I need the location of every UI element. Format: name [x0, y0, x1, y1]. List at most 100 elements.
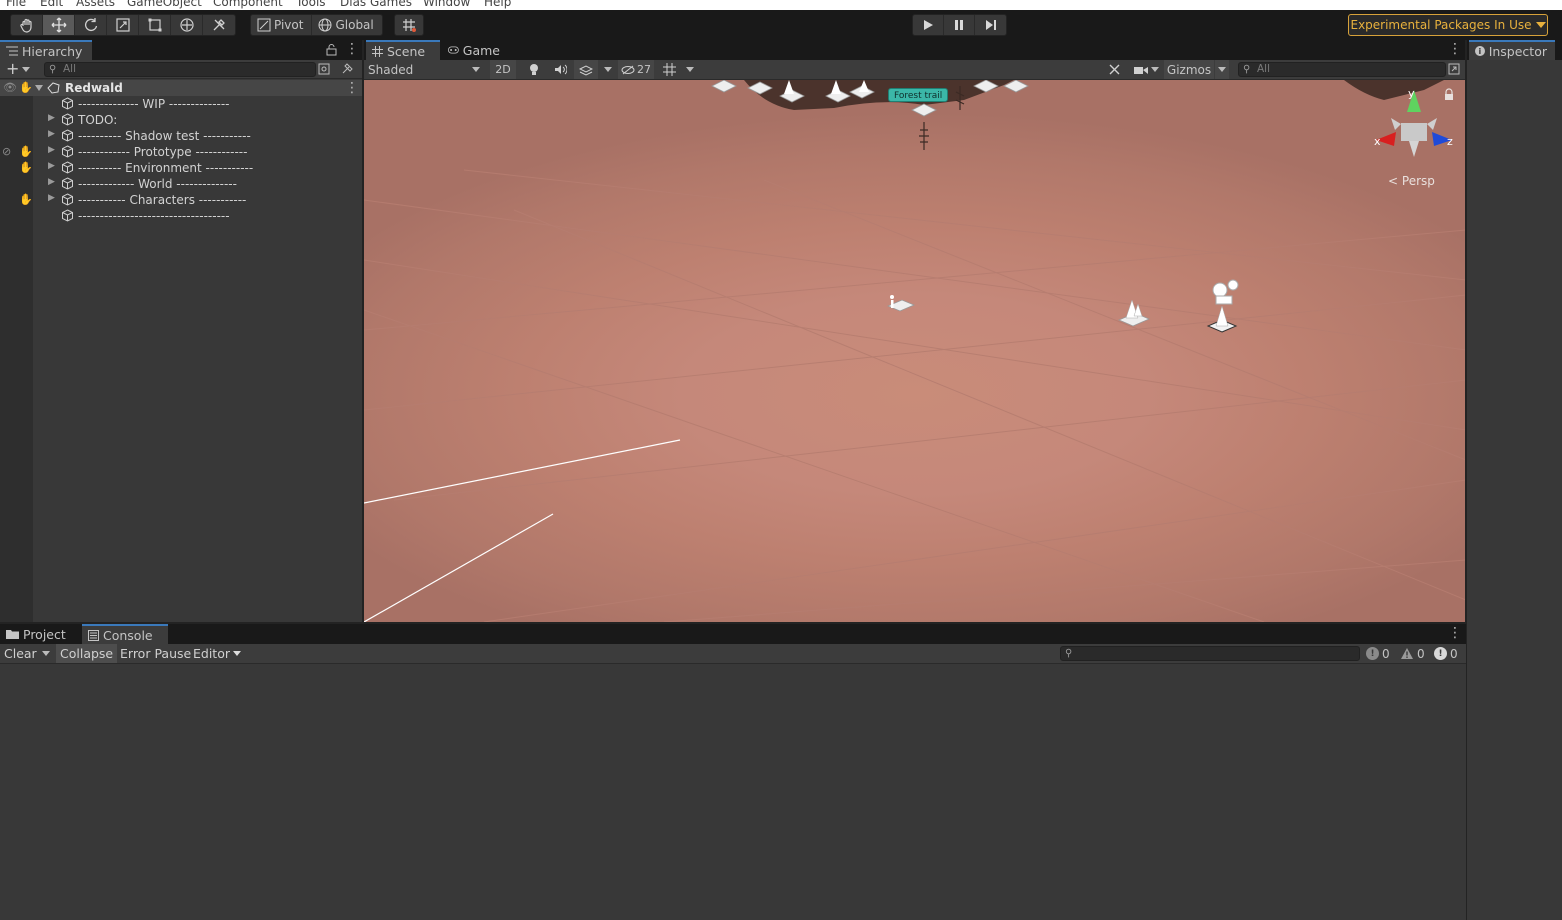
- hierarchy-item[interactable]: ⊘ ✋ ▶ ------------ Prototype -----------…: [0, 144, 362, 160]
- pivot-toggle[interactable]: Pivot: [251, 15, 313, 35]
- menu-assets[interactable]: Assets: [76, 0, 115, 9]
- scene-visibility-icon[interactable]: [318, 63, 330, 75]
- add-icon[interactable]: +: [6, 59, 19, 78]
- eye-icon[interactable]: 👁: [3, 81, 17, 94]
- grid-snap-button[interactable]: [394, 14, 424, 36]
- gizmos-dropdown[interactable]: [1215, 60, 1229, 79]
- scene-search-input[interactable]: ⚲ All: [1238, 62, 1446, 77]
- hierarchy-item[interactable]: -------------- WIP --------------: [0, 96, 362, 112]
- unpickable-icon[interactable]: ✋: [19, 145, 33, 158]
- gizmos-toggle[interactable]: Gizmos: [1164, 60, 1214, 79]
- warning-count-toggle[interactable]: 0: [1400, 644, 1425, 663]
- collapsed-arrow-icon[interactable]: ▶: [48, 113, 55, 123]
- scene-root-row[interactable]: 👁 ✋ Redwald ⋮: [0, 80, 362, 96]
- global-toggle[interactable]: Global: [312, 15, 381, 35]
- audio-toggle[interactable]: [550, 60, 570, 79]
- collapsed-arrow-icon[interactable]: ▶: [48, 177, 55, 187]
- tab-scene[interactable]: Scene: [366, 40, 440, 60]
- grid-dropdown[interactable]: [682, 60, 698, 79]
- tab-inspector[interactable]: i Inspector: [1469, 40, 1555, 60]
- camera-dropdown[interactable]: [1130, 60, 1162, 79]
- add-dropdown-icon[interactable]: [22, 67, 30, 72]
- orientation-gizmo[interactable]: [1376, 90, 1452, 157]
- move-icon: [51, 17, 66, 33]
- error-count-toggle[interactable]: ! 0: [1434, 644, 1458, 663]
- unpickable-icon[interactable]: ✋: [19, 193, 33, 206]
- collapse-label: Collapse: [60, 646, 114, 661]
- tab-console[interactable]: Console: [82, 624, 168, 644]
- main-toolbar: Pivot Global Experimental Packages In Us…: [0, 10, 1562, 40]
- clear-button[interactable]: Clear: [0, 644, 41, 663]
- hierarchy-menu-icon[interactable]: ⋮: [345, 42, 359, 56]
- collapsed-arrow-icon[interactable]: ▶: [48, 161, 55, 171]
- step-button[interactable]: [975, 15, 1006, 35]
- console-log-area[interactable]: [0, 664, 1466, 920]
- collapsed-arrow-icon[interactable]: ▶: [48, 145, 55, 155]
- forest-trail-badge[interactable]: Forest trail: [888, 88, 949, 102]
- hierarchy-item[interactable]: ▶ TODO:: [0, 112, 362, 128]
- hierarchy-item[interactable]: ▶ ------------- World --------------: [0, 176, 362, 192]
- transform-tool-button[interactable]: [171, 15, 203, 35]
- editor-dropdown[interactable]: Editor: [189, 644, 245, 663]
- tab-game[interactable]: Game: [442, 40, 508, 60]
- menu-tools[interactable]: Tools: [296, 0, 326, 9]
- collapse-toggle[interactable]: Collapse: [56, 644, 118, 663]
- hidden-eye-icon[interactable]: ⊘: [2, 145, 11, 158]
- projection-toggle[interactable]: < Persp: [1388, 174, 1435, 188]
- hierarchy-item[interactable]: ✋ ▶ ----------- Characters -----------: [0, 192, 362, 208]
- menu-help[interactable]: Help: [484, 0, 511, 9]
- collapsed-arrow-icon[interactable]: ▶: [48, 193, 55, 203]
- hierarchy-item[interactable]: -----------------------------------: [0, 208, 362, 224]
- rect-tool-button[interactable]: [139, 15, 171, 35]
- info-object-icon[interactable]: [886, 295, 916, 312]
- play-button[interactable]: [913, 15, 944, 35]
- scene-menu-icon[interactable]: ⋮: [1448, 42, 1462, 56]
- log-count-toggle[interactable]: ! 0: [1366, 644, 1390, 663]
- unpickable-icon[interactable]: ✋: [19, 161, 33, 174]
- toggle-2d-button[interactable]: 2D: [490, 60, 516, 79]
- console-menu-icon[interactable]: ⋮: [1448, 626, 1462, 640]
- console-search-input[interactable]: ⚲: [1060, 646, 1360, 661]
- menu-edit[interactable]: Edit: [40, 0, 63, 9]
- effects-toggle[interactable]: [574, 60, 598, 79]
- grid-toggle[interactable]: [658, 60, 680, 79]
- camera-object-icon[interactable]: [1206, 279, 1239, 333]
- shading-mode-dropdown[interactable]: Shaded: [364, 60, 484, 79]
- error-pause-toggle[interactable]: Error Pause: [116, 644, 195, 663]
- expanded-arrow-icon[interactable]: [35, 85, 43, 91]
- pickable-icon[interactable]: ✋: [19, 81, 33, 94]
- lighting-toggle[interactable]: [524, 60, 544, 79]
- hand-tool-button[interactable]: [11, 15, 43, 35]
- scene-menu-icon[interactable]: ⋮: [345, 81, 359, 95]
- gamepad-icon: [448, 46, 459, 54]
- experimental-packages-button[interactable]: Experimental Packages In Use: [1348, 14, 1548, 36]
- scene-search-placeholder: All: [1257, 63, 1271, 75]
- tab-hierarchy[interactable]: Hierarchy: [0, 40, 92, 60]
- rotate-tool-button[interactable]: [75, 15, 107, 35]
- pick-icon[interactable]: [341, 63, 353, 75]
- menu-window[interactable]: Window: [423, 0, 470, 9]
- hierarchy-item[interactable]: ▶ ---------- Shadow test -----------: [0, 128, 362, 144]
- tab-project[interactable]: Project: [0, 624, 78, 644]
- tools-button[interactable]: [1104, 60, 1124, 79]
- lock-icon[interactable]: [326, 44, 337, 56]
- hierarchy-search-input[interactable]: ⚲ All: [44, 62, 316, 77]
- menu-component[interactable]: Component: [213, 0, 283, 9]
- collapsed-arrow-icon[interactable]: ▶: [48, 129, 55, 139]
- hierarchy-item[interactable]: ✋ ▶ ---------- Environment -----------: [0, 160, 362, 176]
- error-pause-label: Error Pause: [120, 646, 192, 661]
- menu-file[interactable]: File: [6, 0, 26, 9]
- clear-dropdown[interactable]: [38, 644, 54, 663]
- maximize-icon[interactable]: [1448, 63, 1460, 75]
- pause-button[interactable]: [944, 15, 975, 35]
- tree-object-icon[interactable]: [1117, 299, 1151, 327]
- custom-tool-button[interactable]: [203, 15, 235, 35]
- gameobject-icon: [62, 193, 73, 206]
- scene-visibility-toggle[interactable]: 27: [618, 60, 654, 79]
- move-tool-button[interactable]: [43, 15, 75, 35]
- scene-viewport[interactable]: y x z Forest trail < Persp: [364, 80, 1466, 622]
- scale-tool-button[interactable]: [107, 15, 139, 35]
- menu-gameobject[interactable]: GameObject: [127, 0, 202, 9]
- menu-dias-games[interactable]: Dias Games: [340, 0, 412, 9]
- effects-dropdown[interactable]: [600, 60, 616, 79]
